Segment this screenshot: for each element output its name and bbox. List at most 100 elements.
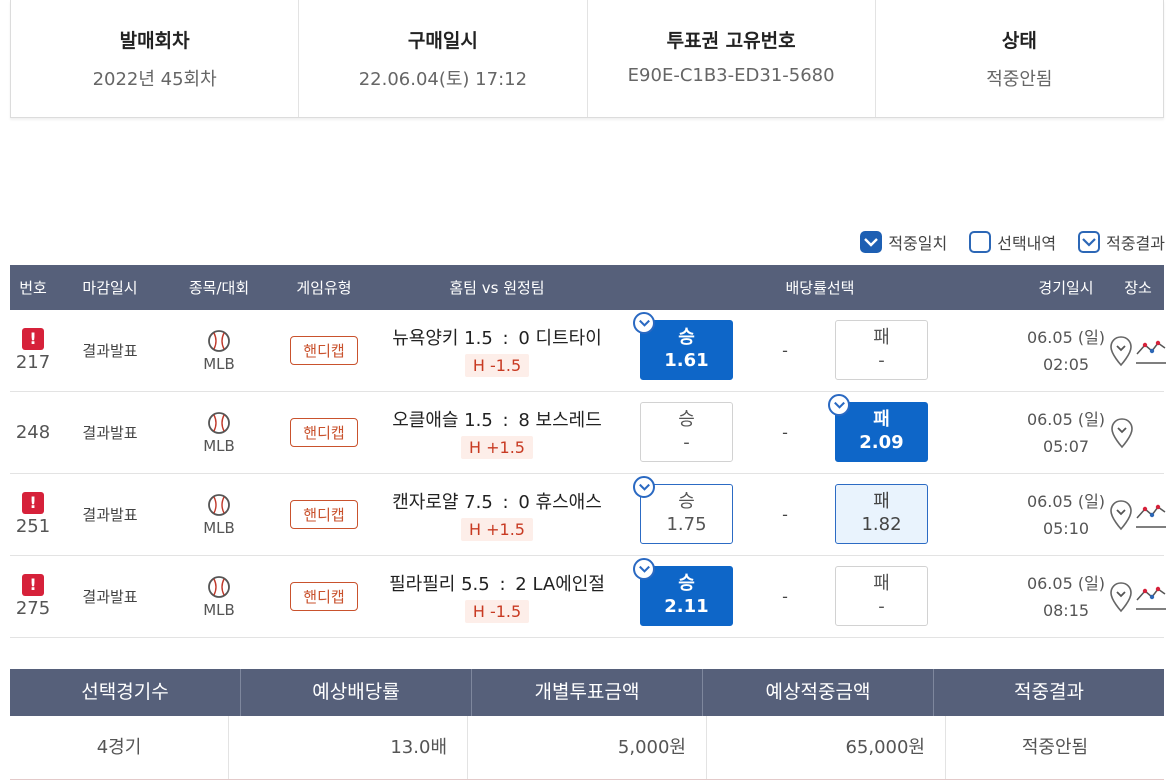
check-outline-icon [633,312,655,334]
info-status: 상태 적중안됨 [876,0,1163,117]
away-team: 2 LA에인절 [515,574,605,595]
check-outline-icon [633,558,655,580]
game-time: 05:10 [1042,518,1090,538]
header-sport: 종목/대회 [188,279,250,297]
check-outline-icon [1078,231,1101,253]
sport-name: MLB [203,518,235,537]
baseball-icon [208,575,230,598]
game-number: 251 [15,516,51,537]
away-team: 0 디트타이 [518,328,602,349]
location-pin-icon[interactable] [1109,499,1133,531]
info-purchase-label: 구매일시 [407,30,478,52]
close-status: 결과발표 [82,588,138,606]
game-table-header: 번호 마감일시 종목/대회 게임유형 홈팀 vs 원정팀 배당률선택 경기일시 … [10,265,1164,310]
odds-win-button[interactable]: 승 2.11 [633,558,733,626]
summary-odds: 13.0배 [229,716,468,779]
game-number: 275 [15,598,51,619]
odds-lose-button[interactable]: 패 - [835,320,928,380]
game-table: 번호 마감일시 종목/대회 게임유형 홈팀 vs 원정팀 배당률선택 경기일시 … [10,265,1167,638]
odds-win-button[interactable]: 승 - [640,402,733,462]
header-type: 게임유형 [296,279,352,297]
summary-result: 적중안됨 [1021,737,1089,758]
check-outline-icon [828,394,850,416]
summary-games: 4경기 [10,716,229,779]
handicap-value: H -1.5 [464,354,530,377]
check-filled-icon [860,231,883,253]
game-type-tag: 핸디캡 [290,418,358,447]
info-round: 발매회차 2022년 45회차 [11,0,300,117]
info-purchase-time: 구매일시 22.06.04(토) 17:12 [299,0,588,117]
table-row: 248 결과발표 MLB 핸디캡 오클애슬 1.5 : 8 보스레드 H +1.… [10,392,1164,474]
legend-result: 적중결과 [1078,230,1165,254]
odds-draw: - [782,587,788,606]
header-date: 경기일시 [1038,279,1094,297]
legend-selection-label: 선택내역 [997,234,1057,253]
check-outline-icon [633,476,655,498]
legend-result-label: 적중결과 [1106,234,1165,253]
game-time: 05:07 [1042,436,1090,456]
stats-chart-icon[interactable] [1135,582,1167,612]
sport-name: MLB [203,436,235,455]
handicap-value: H +1.5 [461,518,533,541]
header-odds: 배당률선택 [785,279,855,297]
odds-win-button[interactable]: 승 1.61 [633,312,733,380]
legend: 적중일치 선택내역 적중결과 [860,230,1165,254]
table-row: ! 217 결과발표 MLB 핸디캡 뉴욕양키 1.5 : 0 디트타이 H -… [10,310,1167,392]
location-pin-icon[interactable] [1109,335,1133,367]
baseball-icon [208,411,230,434]
handicap-value: H +1.5 [461,436,533,459]
away-team: 0 휴스애스 [518,492,602,513]
stats-chart-icon[interactable] [1135,500,1167,530]
home-team: 오클애슬 1.5 [392,410,493,431]
header-place: 장소 [1124,279,1152,297]
info-ticket-id-label: 투표권 고유번호 [666,30,796,52]
game-date: 06.05 (일) [1026,491,1106,511]
odds-draw: - [782,423,788,442]
table-row: ! 275 결과발표 MLB 핸디캡 필라필리 5.5 : 2 LA에인절 H … [10,556,1167,638]
game-number: 217 [15,352,51,373]
sport-name: MLB [203,600,235,619]
odds-lose-button[interactable]: 패 - [835,566,928,626]
alert-icon: ! [22,328,44,350]
summary-header-stake: 개별투표금액 [472,669,703,716]
summary-header-games: 선택경기수 [10,669,241,716]
match-teams: 캔자로얄 7.5 : 0 휴스애스 [392,492,602,513]
alert-icon: ! [22,574,44,596]
legend-selection: 선택내역 [969,230,1056,254]
close-status: 결과발표 [82,424,138,442]
odds-draw: - [782,505,788,524]
game-time: 02:05 [1042,354,1090,374]
sport-name: MLB [203,354,235,373]
away-team: 8 보스레드 [518,410,602,431]
header-close: 마감일시 [82,279,138,297]
info-round-label: 발매회차 [119,30,190,52]
summary-header: 선택경기수 예상배당률 개별투표금액 예상적중금액 적중결과 [10,669,1164,716]
odds-lose-button[interactable]: 패 1.82 [835,484,928,544]
legend-match-label: 적중일치 [888,234,948,253]
odds-lose-button[interactable]: 패 2.09 [828,394,928,462]
location-pin-icon[interactable] [1110,417,1134,449]
odds-win-button[interactable]: 승 1.75 [633,476,733,544]
baseball-icon [208,329,230,352]
close-status: 결과발표 [82,506,138,524]
square-outline-icon [969,231,992,253]
info-purchase-value: 22.06.04(토) 17:12 [358,69,528,90]
summary-table: 선택경기수 예상배당률 개별투표금액 예상적중금액 적중결과 4경기 13.0배… [10,669,1164,780]
info-status-value: 적중안됨 [986,69,1053,90]
info-ticket-id: 투표권 고유번호 E90E-C1B3-ED31-5680 [588,0,876,117]
match-teams: 뉴욕양키 1.5 : 0 디트타이 [392,328,602,349]
close-status: 결과발표 [82,342,138,360]
stats-chart-icon[interactable] [1135,336,1167,366]
match-teams: 필라필리 5.5 : 2 LA에인절 [389,574,605,595]
info-status-label: 상태 [1001,30,1037,52]
home-team: 캔자로얄 7.5 [392,492,493,513]
game-type-tag: 핸디캡 [290,582,358,611]
ticket-info-card: 발매회차 2022년 45회차 구매일시 22.06.04(토) 17:12 투… [10,0,1164,118]
game-number: 248 [15,422,51,443]
header-teams: 홈팀 vs 원정팀 [449,279,545,297]
odds-draw: - [782,341,788,360]
home-team: 필라필리 5.5 [389,574,490,595]
info-ticket-id-value: E90E-C1B3-ED31-5680 [627,65,835,86]
location-pin-icon[interactable] [1109,581,1133,613]
summary-header-odds: 예상배당률 [241,669,472,716]
